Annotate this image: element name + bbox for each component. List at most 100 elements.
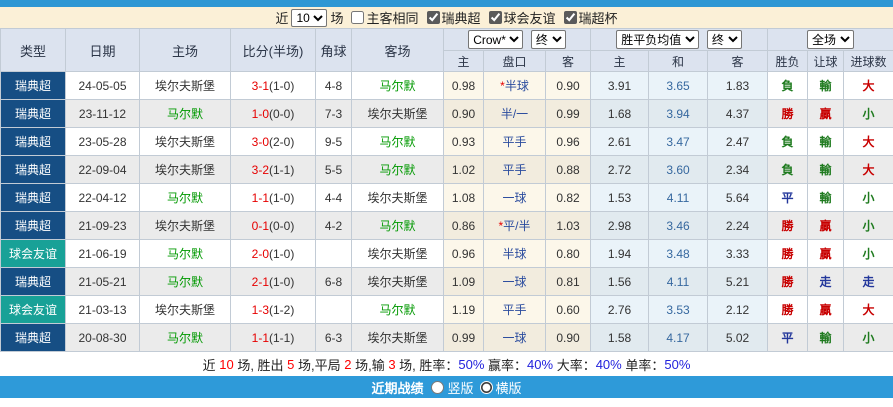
asia-handicap-cell: 平手 bbox=[483, 295, 546, 324]
outcome-cell: 勝 bbox=[767, 295, 809, 324]
asia-time-select[interactable]: 终 bbox=[530, 30, 566, 49]
outcome-cell: 平 bbox=[767, 183, 809, 212]
summary-segment: 场, 胜出 bbox=[233, 357, 288, 373]
score-cell: 0-1(0-0) bbox=[230, 211, 316, 240]
euro-draw-odds-cell: 3.46 bbox=[648, 211, 709, 240]
summary-segment: 2 bbox=[344, 356, 352, 372]
col-header-date: 日期 bbox=[65, 28, 140, 72]
col-header-asia-away: 客 bbox=[544, 50, 592, 72]
table-row: 瑞典超 24-05-05 埃尔夫斯堡 3-1(1-0) 4-8 马尔默 0.98… bbox=[0, 71, 893, 100]
asia-home-odds-cell: 1.09 bbox=[443, 267, 484, 296]
table-row: 瑞典超 21-05-21 马尔默 2-1(1-0) 6-8 埃尔夫斯堡 1.09… bbox=[0, 267, 893, 296]
goals-result-cell: 大 bbox=[843, 127, 893, 156]
near-label: 近 bbox=[275, 11, 289, 26]
vertical-layout-label[interactable]: 竖版 bbox=[447, 378, 473, 397]
euro-away-odds-cell: 2.47 bbox=[707, 127, 769, 156]
asia-home-odds-cell: 1.19 bbox=[443, 295, 484, 324]
summary-segment: 40% bbox=[595, 356, 622, 372]
euro-draw-odds-cell: 4.11 bbox=[648, 267, 709, 296]
europe-time-select[interactable]: 终 bbox=[706, 30, 742, 49]
corner-cell: 6-8 bbox=[315, 267, 352, 296]
asia-handicap-cell: 平手 bbox=[483, 155, 546, 184]
date-cell: 21-03-13 bbox=[65, 295, 140, 324]
date-cell: 20-08-30 bbox=[65, 323, 140, 352]
goals-result-cell: 小 bbox=[843, 211, 893, 240]
score-cell: 3-1(1-0) bbox=[230, 71, 316, 100]
table-row: 瑞典超 21-09-23 埃尔夫斯堡 0-1(0-0) 4-2 马尔默 0.86… bbox=[0, 211, 893, 240]
asia-odds-group-header: Crow* 终 bbox=[442, 28, 592, 51]
away-team-cell: 埃尔夫斯堡 bbox=[351, 323, 444, 352]
handicap-result-cell: 贏 bbox=[807, 211, 845, 240]
date-cell: 23-11-12 bbox=[65, 99, 140, 128]
col-header-type: 类型 bbox=[0, 28, 66, 72]
summary-segment: 50% bbox=[458, 356, 485, 372]
corner-cell: 9-5 bbox=[315, 127, 352, 156]
away-team-cell: 埃尔夫斯堡 bbox=[351, 183, 444, 212]
outcome-cell: 負 bbox=[767, 127, 809, 156]
home-team-cell: 马尔默 bbox=[139, 323, 231, 352]
asia-handicap-cell: 一球 bbox=[483, 267, 546, 296]
col-header-euro-away: 客 bbox=[707, 50, 769, 72]
europe-odds-type-select[interactable]: 胜平负均值 bbox=[616, 30, 700, 49]
corner-cell: 4-4 bbox=[315, 183, 352, 212]
date-cell: 21-05-21 bbox=[65, 267, 140, 296]
league-checkbox-allsvenskan[interactable] bbox=[426, 11, 440, 24]
handicap-result-cell: 輸 bbox=[807, 323, 845, 352]
outcome-cell: 勝 bbox=[767, 99, 809, 128]
euro-home-odds-cell: 2.98 bbox=[590, 211, 650, 240]
outcome-cell: 負 bbox=[767, 155, 809, 184]
euro-draw-odds-cell: 3.48 bbox=[648, 239, 709, 268]
euro-away-odds-cell: 3.33 bbox=[707, 239, 769, 268]
handicap-result-cell: 贏 bbox=[807, 239, 845, 268]
score-cell: 2-0(1-0) bbox=[230, 239, 316, 268]
summary-segment: 5 bbox=[287, 356, 295, 372]
goals-result-cell: 大 bbox=[843, 71, 893, 100]
euro-home-odds-cell: 1.94 bbox=[590, 239, 650, 268]
home-team-cell: 马尔默 bbox=[139, 239, 231, 268]
same-home-away-label[interactable]: 主客相同 bbox=[366, 8, 418, 27]
asia-handicap-cell: 一球 bbox=[483, 323, 546, 352]
euro-draw-odds-cell: 3.53 bbox=[648, 295, 709, 324]
corner-cell: 4-2 bbox=[315, 211, 352, 240]
euro-home-odds-cell: 1.56 bbox=[590, 267, 650, 296]
summary-segment: 50% bbox=[664, 356, 691, 372]
corner-cell bbox=[315, 239, 352, 268]
asia-away-odds-cell: 0.88 bbox=[544, 155, 592, 184]
table-row: 球会友谊 21-06-19 马尔默 2-0(1-0) 埃尔夫斯堡 0.96 半球… bbox=[0, 239, 893, 268]
euro-home-odds-cell: 1.58 bbox=[590, 323, 650, 352]
scope-select[interactable]: 全场 bbox=[807, 30, 855, 49]
away-team-cell: 马尔默 bbox=[351, 295, 444, 324]
score-cell: 2-1(1-0) bbox=[230, 267, 316, 296]
bookmaker-select[interactable]: Crow* bbox=[468, 30, 524, 49]
goals-result-cell: 大 bbox=[843, 295, 893, 324]
league-checkbox-friendly[interactable] bbox=[488, 11, 502, 24]
top-accent-bar bbox=[0, 0, 893, 7]
league-label-friendly[interactable]: 球会友谊 bbox=[504, 8, 556, 27]
vertical-layout-radio[interactable] bbox=[431, 380, 445, 394]
asia-home-odds-cell: 0.86 bbox=[443, 211, 484, 240]
league-checkbox-cup[interactable] bbox=[563, 11, 577, 24]
corner-cell: 6-3 bbox=[315, 323, 352, 352]
league-label-cup[interactable]: 瑞超杯 bbox=[579, 8, 618, 27]
corner-cell: 7-3 bbox=[315, 99, 352, 128]
col-header-handicap-result: 让球 bbox=[807, 50, 845, 72]
asia-away-odds-cell: 0.90 bbox=[544, 71, 592, 100]
league-label-allsvenskan[interactable]: 瑞典超 bbox=[442, 8, 481, 27]
same-home-away-checkbox[interactable] bbox=[351, 11, 365, 24]
match-count-select[interactable]: 10 bbox=[291, 8, 328, 27]
asia-away-odds-cell: 0.82 bbox=[544, 183, 592, 212]
europe-odds-group-header: 胜平负均值 终 bbox=[590, 28, 769, 51]
league-type-cell: 瑞典超 bbox=[0, 71, 66, 100]
col-header-euro-home: 主 bbox=[590, 50, 650, 72]
goals-result-cell: 小 bbox=[843, 323, 893, 352]
league-type-cell: 瑞典超 bbox=[0, 155, 66, 184]
summary-segment: 10 bbox=[219, 356, 234, 372]
horizontal-layout-label[interactable]: 横版 bbox=[496, 378, 522, 397]
euro-draw-odds-cell: 3.47 bbox=[648, 127, 709, 156]
horizontal-layout-radio[interactable] bbox=[479, 380, 493, 394]
euro-draw-odds-cell: 4.11 bbox=[648, 183, 709, 212]
euro-away-odds-cell: 5.21 bbox=[707, 267, 769, 296]
col-header-handicap: 盘口 bbox=[483, 50, 546, 72]
euro-away-odds-cell: 5.64 bbox=[707, 183, 769, 212]
euro-away-odds-cell: 5.02 bbox=[707, 323, 769, 352]
